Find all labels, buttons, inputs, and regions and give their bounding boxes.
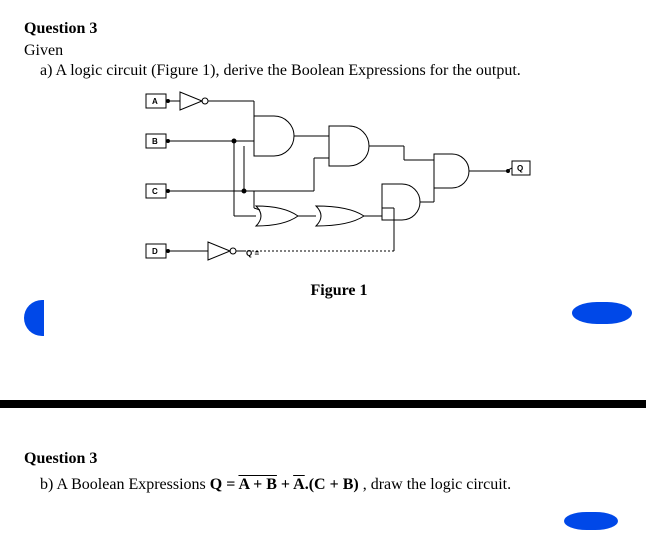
given-label: Given: [24, 42, 622, 60]
annotation-scribble: [572, 302, 632, 324]
eq-term2: .(C + B): [305, 476, 359, 493]
figure-caption: Figure 1: [144, 282, 534, 300]
question-header-b: Question 3: [24, 450, 622, 468]
eq-q: Q =: [210, 476, 239, 493]
eq-plus: +: [277, 476, 293, 493]
part-a-text: a) A logic circuit (Figure 1), derive th…: [40, 62, 622, 80]
eq-term1: A + B: [238, 476, 276, 493]
eq-abar: A: [293, 476, 305, 493]
part-b-text: b) A Boolean Expressions Q = A + B + A.(…: [40, 476, 622, 494]
input-d-label: D: [152, 247, 158, 256]
question-3b-block: Question 3 b) A Boolean Expressions Q = …: [24, 450, 622, 494]
input-c-label: C: [152, 187, 158, 196]
input-a-label: A: [152, 97, 158, 106]
question-header: Question 3: [24, 20, 622, 38]
part-b-suffix: , draw the logic circuit.: [359, 476, 511, 493]
part-b-prefix: b) A Boolean Expressions: [40, 476, 210, 493]
annotation-scribble-b: [564, 512, 618, 530]
section-divider: [0, 400, 646, 408]
output-q-label: Q: [517, 164, 523, 173]
annotation-edge: [24, 300, 44, 336]
feedback-q-label: Q =: [246, 249, 259, 258]
input-b-label: B: [152, 137, 158, 146]
logic-circuit-figure: A B C D Q Q =: [144, 88, 534, 278]
